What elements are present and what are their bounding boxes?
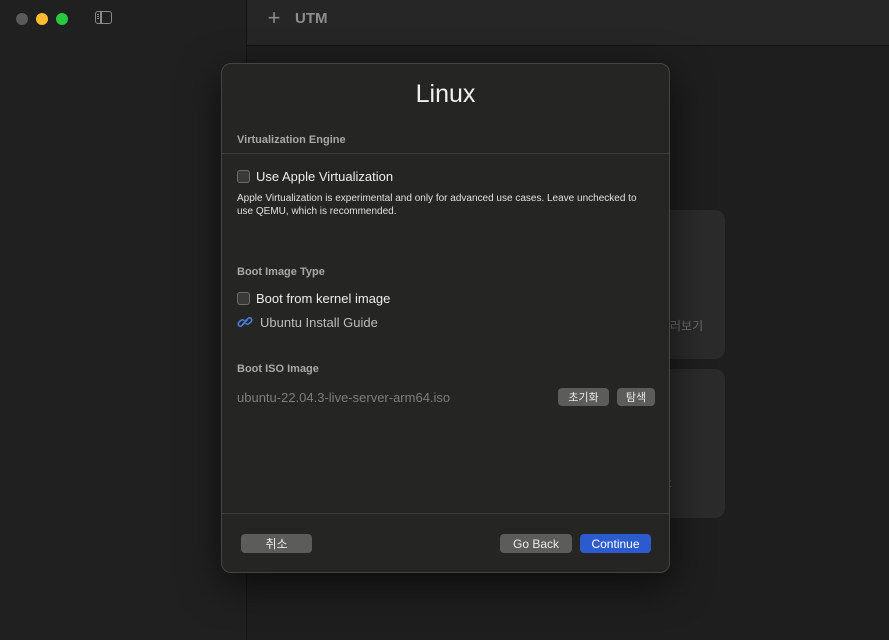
linux-setup-dialog: Linux Virtualization Engine Use Apple Vi…	[221, 63, 670, 573]
boot-from-kernel-label: Boot from kernel image	[256, 291, 391, 306]
virtualization-help-text: Apple Virtualization is experimental and…	[237, 193, 637, 217]
use-apple-virtualization-label: Use Apple Virtualization	[256, 169, 394, 184]
ubuntu-install-guide-link[interactable]: Ubuntu Install Guide	[237, 314, 378, 330]
window-close-button[interactable]	[16, 13, 28, 25]
virtualization-engine-label: Virtualization Engine	[237, 134, 346, 146]
boot-from-kernel-checkbox[interactable]	[237, 292, 250, 305]
ubuntu-install-guide-label: Ubuntu Install Guide	[260, 314, 378, 330]
plus-icon[interactable]: +	[265, 7, 283, 29]
window-minimize-button[interactable]	[36, 13, 48, 25]
go-back-button[interactable]: Go Back	[500, 534, 572, 553]
link-icon	[237, 317, 253, 327]
dialog-title: Linux	[415, 80, 476, 108]
window-maximize-button[interactable]	[56, 13, 68, 25]
use-apple-virtualization-checkbox-row[interactable]: Use Apple Virtualization	[237, 169, 393, 184]
footer-divider	[222, 513, 669, 514]
browse-iso-button[interactable]: 탐색	[617, 388, 655, 406]
boot-image-type-label: Boot Image Type	[237, 266, 325, 278]
app-title: UTM	[295, 10, 328, 27]
main-toolbar: + UTM	[247, 0, 889, 46]
boot-from-kernel-checkbox-row[interactable]: Boot from kernel image	[237, 291, 390, 306]
continue-button[interactable]: Continue	[580, 534, 651, 553]
boot-iso-path[interactable]: ubuntu-22.04.3-live-server-arm64.iso	[237, 390, 450, 405]
sidebar	[0, 0, 247, 640]
sidebar-toggle-icon[interactable]	[95, 11, 112, 24]
cancel-button[interactable]: 취소	[241, 534, 312, 553]
use-apple-virtualization-checkbox[interactable]	[237, 170, 250, 183]
section-divider	[222, 153, 669, 154]
reset-iso-button[interactable]: 초기화	[558, 388, 609, 406]
background-card-1-label: 러보기	[670, 319, 704, 333]
boot-iso-image-label: Boot ISO Image	[237, 363, 319, 375]
